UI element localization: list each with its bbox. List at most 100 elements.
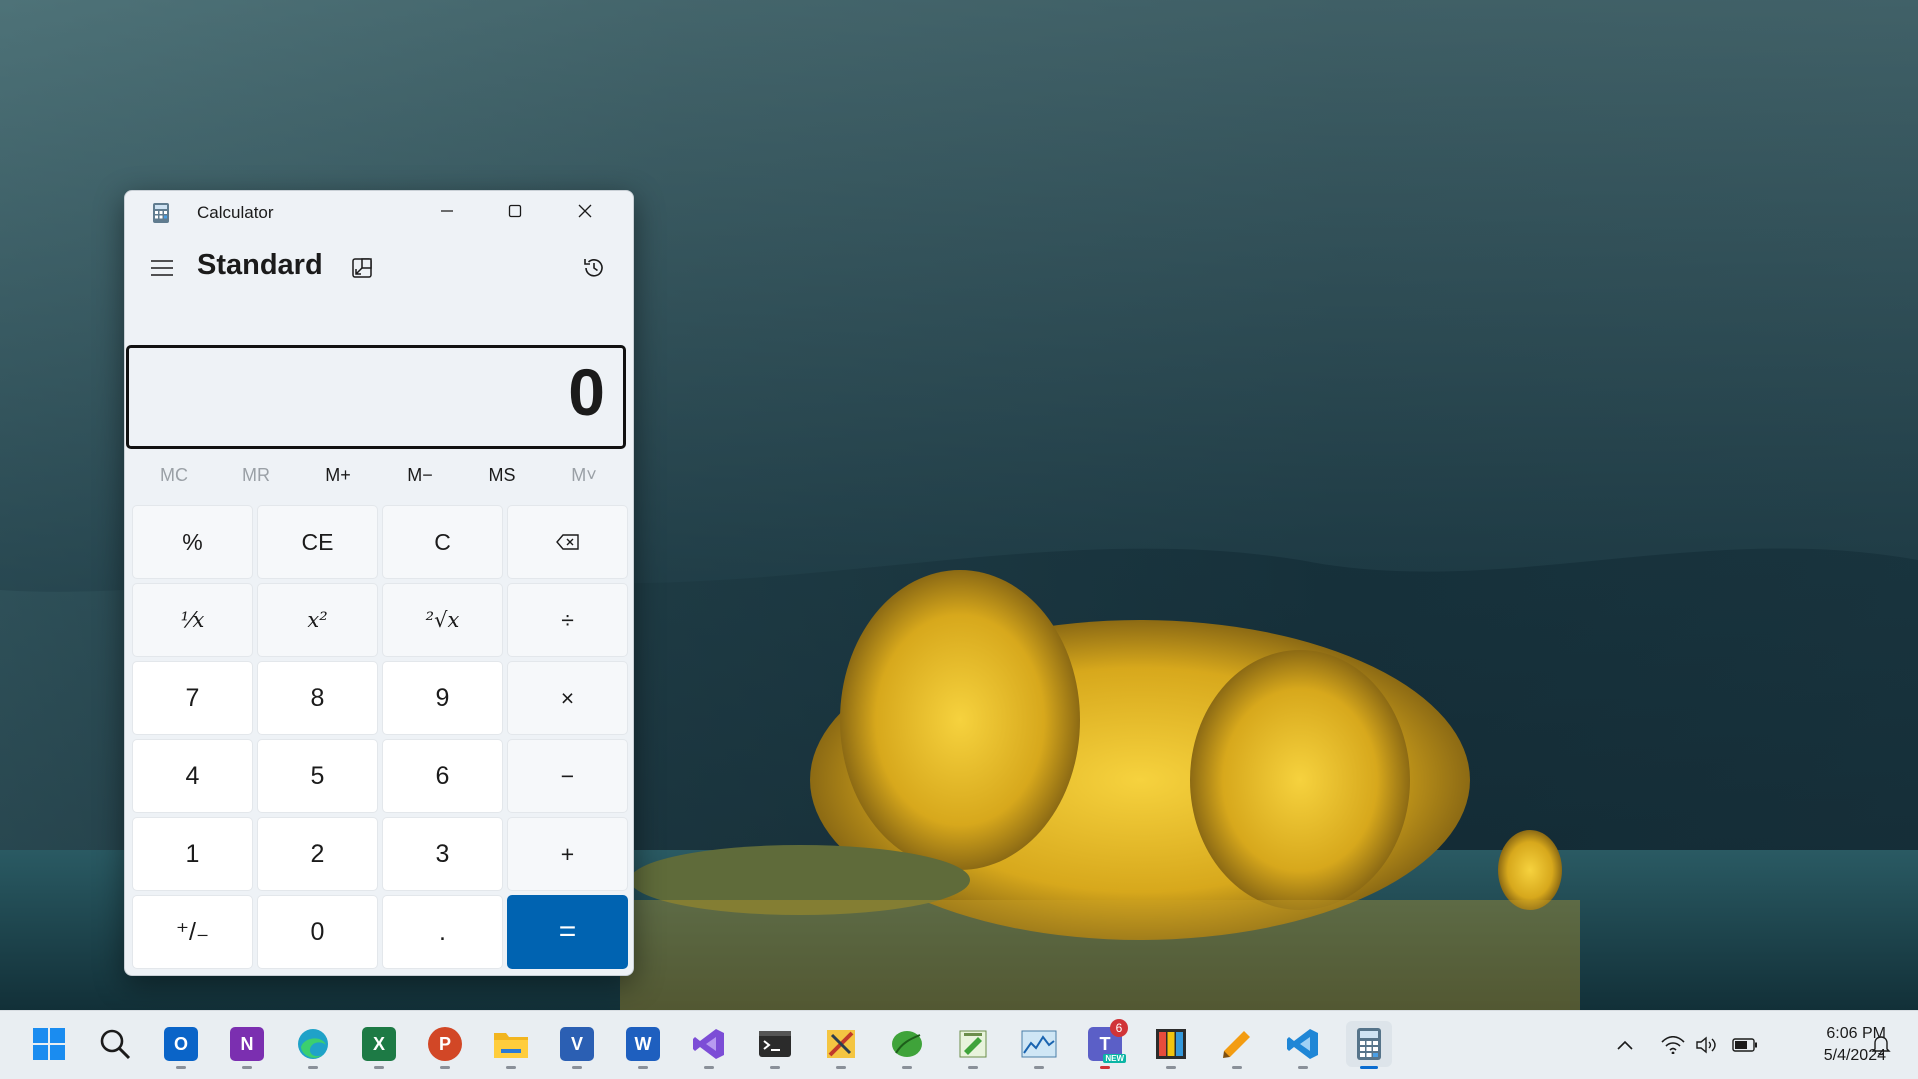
digit-0-button[interactable]: 0 — [257, 895, 378, 969]
minus-button[interactable]: − — [507, 739, 628, 813]
digit-8-button[interactable]: 8 — [257, 661, 378, 735]
taskbar-vscode[interactable] — [1280, 1021, 1326, 1069]
taskbar-excel[interactable]: X — [356, 1021, 402, 1069]
decimal-button[interactable]: . — [382, 895, 503, 969]
maximize-icon — [508, 204, 522, 218]
close-icon — [578, 204, 592, 218]
windows-logo-icon — [33, 1028, 65, 1060]
keep-on-top-icon — [352, 258, 372, 278]
memory-add-button[interactable]: M+ — [297, 455, 379, 495]
search-icon — [100, 1029, 131, 1060]
divide-button[interactable]: ÷ — [507, 583, 628, 657]
taskbar: O N X P V W T 6 NEW 6:06 PM 5/4/2024 — [0, 1010, 1918, 1079]
close-button[interactable] — [551, 191, 619, 231]
taskbar-app-notepad[interactable] — [950, 1021, 996, 1069]
pen-icon — [1223, 1031, 1250, 1058]
visio-icon: V — [560, 1027, 594, 1061]
taskbar-teams[interactable]: T 6 NEW — [1082, 1019, 1128, 1069]
powerpoint-icon: P — [428, 1027, 462, 1061]
square-button[interactable]: x² — [257, 583, 378, 657]
memory-store-button[interactable]: MS — [461, 455, 543, 495]
taskbar-powerpoint[interactable]: P — [422, 1021, 468, 1069]
taskbar-edge[interactable] — [290, 1021, 336, 1069]
minimize-icon — [441, 210, 453, 212]
onenote-icon: N — [230, 1027, 264, 1061]
keep-on-top-button[interactable] — [345, 251, 379, 285]
digit-4-button[interactable]: 4 — [132, 739, 253, 813]
percent-button[interactable]: % — [132, 505, 253, 579]
taskbar-app-tools[interactable] — [818, 1021, 864, 1069]
folder-icon — [494, 1033, 528, 1058]
notepad-icon — [959, 1030, 987, 1058]
square-root-label: ²√x — [425, 608, 460, 632]
square-root-button[interactable]: ²√x — [382, 583, 503, 657]
hamburger-icon — [151, 260, 173, 276]
taskbar-file-explorer[interactable] — [488, 1021, 534, 1069]
mode-header: Standard — [125, 243, 633, 293]
equals-button[interactable]: = — [507, 895, 628, 969]
terminal-icon — [759, 1031, 791, 1057]
maximize-button[interactable] — [481, 191, 549, 231]
navigation-menu-button[interactable] — [145, 251, 179, 285]
wifi-icon — [1661, 1036, 1685, 1054]
memory-subtract-button[interactable]: M− — [379, 455, 461, 495]
taskbar-app-resource-monitor[interactable] — [1016, 1021, 1062, 1069]
calculator-window: Calculator Standard 0 MC MR M+ M− MS M˅ … — [124, 190, 634, 976]
clear-button[interactable]: C — [382, 505, 503, 579]
reciprocal-button[interactable]: ⅟x — [132, 583, 253, 657]
start-button[interactable] — [26, 1021, 72, 1067]
window-title: Calculator — [197, 203, 274, 222]
digit-3-button[interactable]: 3 — [382, 817, 503, 891]
teams-notification-badge: 6 — [1110, 1019, 1128, 1037]
taskbar-visual-studio[interactable] — [686, 1021, 732, 1069]
reciprocal-label: ⅟x — [180, 608, 205, 632]
result-display: 0 — [126, 345, 626, 449]
minimize-button[interactable] — [413, 191, 481, 231]
clear-entry-button[interactable]: CE — [257, 505, 378, 579]
display-value: 0 — [568, 355, 605, 429]
backspace-button[interactable] — [507, 505, 628, 579]
digit-7-button[interactable]: 7 — [132, 661, 253, 735]
taskbar-calculator[interactable] — [1346, 1021, 1392, 1069]
outlook-icon: O — [164, 1027, 198, 1061]
memory-list-button[interactable]: M˅ — [543, 455, 625, 495]
calculator-icon — [1357, 1028, 1381, 1060]
history-button[interactable] — [577, 251, 611, 285]
taskbar-onenote[interactable]: N — [224, 1021, 270, 1069]
title-bar[interactable]: Calculator — [125, 191, 633, 231]
taskbar-visio[interactable]: V — [554, 1021, 600, 1069]
taskbar-app-color-grid[interactable] — [1148, 1021, 1194, 1069]
show-hidden-icons-button[interactable] — [1610, 1011, 1640, 1079]
digit-1-button[interactable]: 1 — [132, 817, 253, 891]
taskbar-outlook[interactable]: O — [158, 1021, 204, 1069]
battery-button[interactable] — [1728, 1011, 1762, 1079]
notifications-button[interactable] — [1864, 1011, 1898, 1079]
edge-icon — [298, 1029, 328, 1059]
speaker-icon — [1696, 1036, 1716, 1054]
digit-6-button[interactable]: 6 — [382, 739, 503, 813]
teams-new-tag: NEW — [1103, 1054, 1126, 1063]
volume-button[interactable] — [1692, 1011, 1722, 1079]
memory-clear-button[interactable]: MC — [133, 455, 215, 495]
digit-9-button[interactable]: 9 — [382, 661, 503, 735]
word-icon: W — [626, 1027, 660, 1061]
excel-icon: X — [362, 1027, 396, 1061]
negate-button[interactable]: ⁺/₋ — [132, 895, 253, 969]
visual-studio-icon — [693, 1029, 724, 1059]
battery-icon — [1732, 1038, 1757, 1052]
taskbar-app-pen[interactable] — [1214, 1021, 1260, 1069]
digit-2-button[interactable]: 2 — [257, 817, 378, 891]
memory-recall-button[interactable]: MR — [215, 455, 297, 495]
plus-button[interactable]: + — [507, 817, 628, 891]
taskbar-terminal[interactable] — [752, 1021, 798, 1069]
chevron-up-icon — [1617, 1040, 1633, 1050]
network-button[interactable] — [1656, 1011, 1690, 1079]
taskbar-app-leaf[interactable] — [884, 1021, 930, 1069]
calculator-app-icon — [153, 203, 169, 223]
tools-icon — [827, 1030, 855, 1058]
digit-5-button[interactable]: 5 — [257, 739, 378, 813]
resource-monitor-icon — [1021, 1030, 1057, 1058]
multiply-button[interactable]: × — [507, 661, 628, 735]
taskbar-word[interactable]: W — [620, 1021, 666, 1069]
search-button[interactable] — [92, 1021, 138, 1067]
